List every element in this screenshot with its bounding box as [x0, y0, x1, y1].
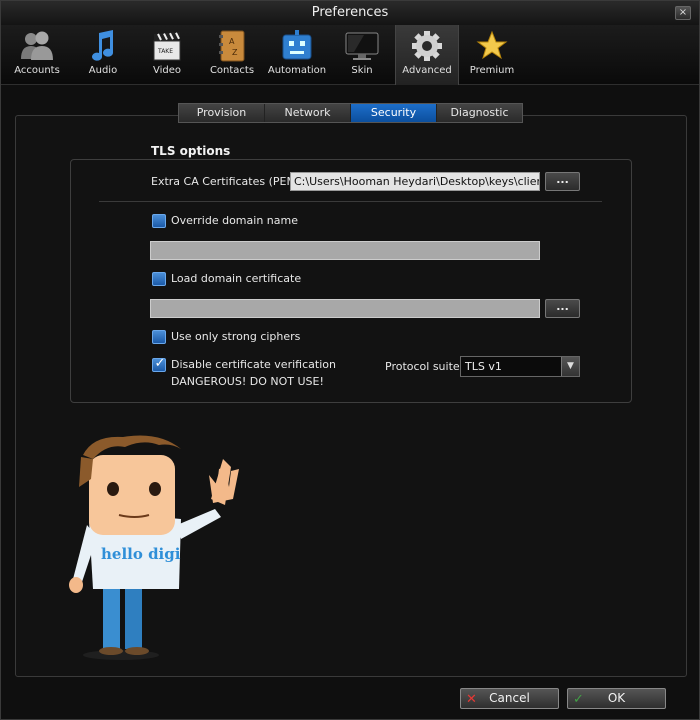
- toolbar-item-skin[interactable]: Skin: [330, 25, 394, 85]
- address-book-icon: A Z: [219, 30, 245, 62]
- close-icon: ×: [678, 7, 688, 18]
- tab-security[interactable]: Security: [351, 104, 437, 122]
- preferences-window: Preferences × Accounts Audio TAKE Video …: [0, 0, 700, 720]
- protocol-suite-select[interactable]: TLS v1 ▼: [460, 356, 580, 377]
- title-bar: Preferences ×: [1, 1, 699, 25]
- cancel-label: Cancel: [489, 691, 530, 705]
- ok-button[interactable]: ✓ OK: [567, 688, 666, 709]
- override-domain-label: Override domain name: [171, 214, 298, 227]
- protocol-suite-value: TLS v1: [465, 360, 502, 373]
- toolbar-item-premium[interactable]: Premium: [460, 25, 524, 85]
- toolbar-label: Premium: [469, 65, 515, 76]
- override-domain-checkbox[interactable]: [152, 214, 166, 228]
- mascot-shirt-text: hello digi: [101, 545, 181, 563]
- music-note-icon: [92, 30, 113, 61]
- strong-ciphers-label: Use only strong ciphers: [171, 330, 301, 343]
- tab-diagnostic[interactable]: Diagnostic: [437, 104, 522, 122]
- toolbar-label: Automation: [267, 65, 327, 76]
- toolbar-item-audio[interactable]: Audio: [71, 25, 135, 85]
- group-divider: [99, 201, 602, 202]
- tab-network[interactable]: Network: [265, 104, 351, 122]
- protocol-suite-label: Protocol suite:: [385, 360, 464, 373]
- svg-text:TAKE: TAKE: [157, 48, 173, 55]
- toolbar-item-contacts[interactable]: A Z Contacts: [200, 25, 264, 85]
- load-certificate-checkbox[interactable]: [152, 272, 166, 286]
- dangerous-warning-label: DANGEROUS! DO NOT USE!: [171, 375, 324, 388]
- chevron-down-icon[interactable]: ▼: [561, 357, 579, 376]
- toolbar-label: Video: [152, 65, 182, 76]
- load-certificate-label: Load domain certificate: [171, 272, 302, 285]
- cancel-button[interactable]: ✕ Cancel: [460, 688, 559, 709]
- ok-label: OK: [607, 691, 626, 705]
- toolbar-item-advanced[interactable]: Advanced: [395, 25, 459, 85]
- strong-ciphers-checkbox[interactable]: [152, 330, 166, 344]
- toolbar-label: Advanced: [402, 65, 452, 76]
- tab-bar: Provision Network Security Diagnostic: [178, 103, 523, 123]
- load-certificate-field[interactable]: [150, 299, 540, 318]
- accounts-icon: [21, 31, 53, 60]
- star-icon: [476, 30, 508, 60]
- disable-verification-checkbox[interactable]: ✓: [152, 356, 166, 372]
- disable-verification-label: Disable certificate verification: [171, 358, 336, 371]
- toolbar-label: Audio: [88, 65, 118, 76]
- ca-certificates-field[interactable]: C:\Users\Hooman Heydari\Desktop\keys\cli…: [290, 172, 540, 191]
- tls-options-title: TLS options: [151, 144, 231, 158]
- mascot-illustration: hello digi: [69, 435, 239, 660]
- svg-text:A: A: [229, 37, 235, 46]
- toolbar-label: Contacts: [209, 65, 255, 76]
- clapperboard-icon: TAKE: [153, 32, 181, 61]
- ca-certificates-label: Extra CA Certificates (PEM): [151, 175, 301, 188]
- robot-icon: [282, 30, 312, 60]
- svg-text:Z: Z: [232, 48, 238, 57]
- ca-browse-button[interactable]: ...: [545, 172, 580, 191]
- override-domain-field[interactable]: [150, 241, 540, 260]
- gear-icon: [412, 31, 442, 61]
- checkmark-icon: ✓: [154, 356, 166, 371]
- toolbar-item-video[interactable]: TAKE Video: [135, 25, 199, 85]
- certificate-browse-button[interactable]: ...: [545, 299, 580, 318]
- category-toolbar: Accounts Audio TAKE Video A Z Contacts A…: [1, 25, 699, 85]
- close-button[interactable]: ×: [675, 6, 691, 20]
- tab-provision[interactable]: Provision: [179, 104, 265, 122]
- toolbar-label: Skin: [351, 65, 373, 76]
- toolbar-item-accounts[interactable]: Accounts: [5, 25, 69, 85]
- monitor-icon: [345, 32, 379, 60]
- window-title: Preferences: [311, 5, 389, 20]
- toolbar-label: Accounts: [14, 65, 60, 76]
- toolbar-item-automation[interactable]: Automation: [265, 25, 329, 85]
